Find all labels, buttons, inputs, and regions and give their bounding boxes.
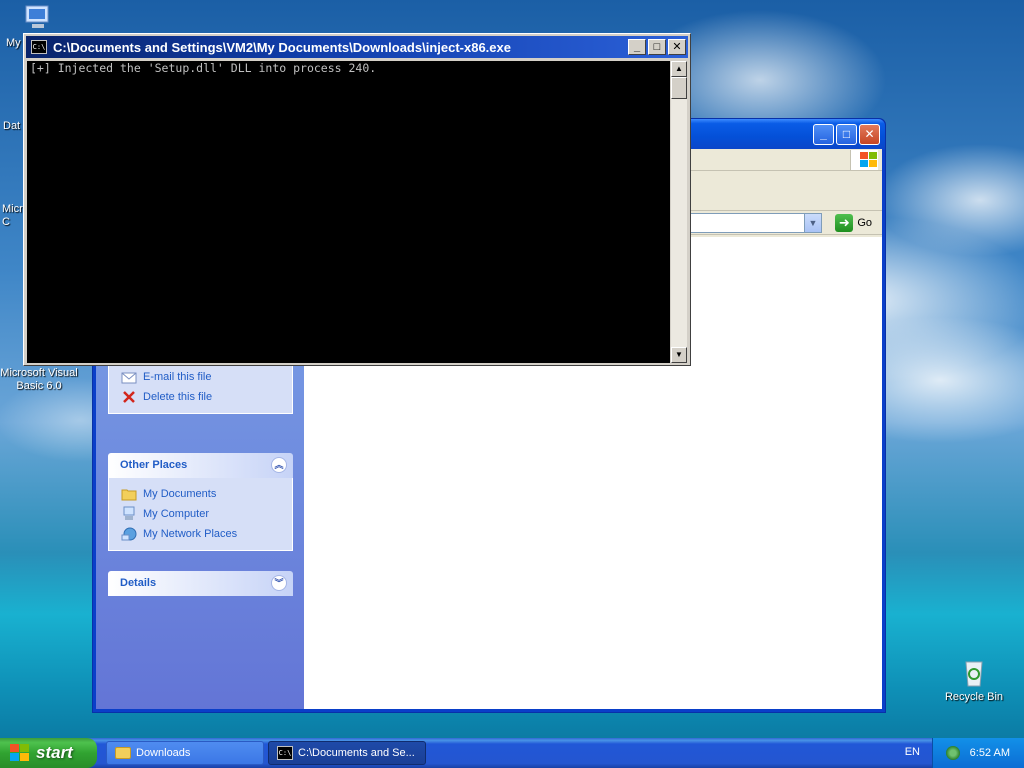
windows-flag-icon	[10, 744, 30, 762]
details-box: Details ︾	[108, 571, 293, 596]
go-label: Go	[857, 217, 872, 229]
console-minimize-button[interactable]: _	[628, 39, 646, 55]
console-output-line: [+] Injected the 'Setup.dll' DLL into pr…	[30, 61, 377, 75]
console-close-button[interactable]: ✕	[668, 39, 686, 55]
windows-flag-icon	[850, 150, 878, 170]
my-network-places-link[interactable]: My Network Places	[121, 524, 292, 544]
details-header[interactable]: Details ︾	[108, 571, 293, 596]
chevron-down-icon[interactable]: ︾	[271, 575, 287, 591]
taskbar-item-downloads[interactable]: Downloads	[106, 741, 264, 765]
desktop-icon-label: Recycle Bin	[944, 691, 1004, 703]
start-button[interactable]: start	[0, 738, 97, 768]
folder-icon	[115, 747, 131, 759]
other-places-header[interactable]: Other Places ︽	[108, 453, 293, 478]
delete-file-link[interactable]: Delete this file	[121, 387, 292, 407]
delete-x-icon	[121, 389, 137, 405]
network-icon	[121, 526, 137, 542]
network-tray-icon[interactable]	[945, 746, 960, 760]
email-icon	[121, 369, 137, 385]
go-arrow-icon: ➜	[835, 214, 854, 232]
recycle-bin-icon	[958, 656, 990, 688]
desktop-icon-label: Microsoft Visual Basic 6.0	[0, 367, 78, 392]
console-titlebar[interactable]: C:\ C:\Documents and Settings\VM2\My Doc…	[26, 36, 688, 58]
language-indicator[interactable]: EN	[905, 746, 920, 758]
desktop-icon-recycle-bin[interactable]: Recycle Bin	[934, 656, 1014, 704]
console-maximize-button[interactable]: □	[648, 39, 666, 55]
scroll-down-arrow-icon[interactable]: ▼	[671, 347, 687, 363]
cmd-icon: C:\	[277, 746, 293, 760]
other-places-box: Other Places ︽ My Documents My Computer …	[108, 453, 293, 551]
scroll-thumb[interactable]	[671, 77, 687, 99]
explorer-close-button[interactable]: ✕	[859, 124, 880, 145]
console-title: C:\Documents and Settings\VM2\My Documen…	[53, 39, 511, 55]
email-file-link[interactable]: E-mail this file	[121, 367, 292, 387]
folder-icon	[121, 486, 137, 502]
start-label: start	[36, 743, 73, 762]
console-screen[interactable]: [+] Injected the 'Setup.dll' DLL into pr…	[27, 61, 670, 363]
my-documents-link[interactable]: My Documents	[121, 484, 292, 504]
explorer-maximize-button[interactable]: □	[836, 124, 857, 145]
system-tray: 6:52 AM	[932, 738, 1024, 768]
taskbar-item-console[interactable]: C:\ C:\Documents and Se...	[268, 741, 426, 765]
scroll-up-arrow-icon[interactable]: ▲	[671, 61, 687, 77]
computer-icon	[22, 2, 54, 34]
clock[interactable]: 6:52 AM	[970, 747, 1010, 759]
chevron-up-icon[interactable]: ︽	[271, 457, 287, 473]
my-computer-link[interactable]: My Computer	[121, 504, 292, 524]
go-button[interactable]: ➜ Go	[835, 214, 872, 232]
console-window[interactable]: C:\ C:\Documents and Settings\VM2\My Doc…	[23, 33, 691, 366]
console-scrollbar[interactable]: ▲ ▼	[671, 61, 687, 363]
computer-icon	[121, 506, 137, 522]
cmd-icon: C:\	[31, 40, 47, 54]
taskbar: start Downloads C:\ C:\Documents and Se.…	[0, 738, 1024, 768]
other-places-body: My Documents My Computer My Network Plac…	[108, 478, 293, 551]
address-dropdown-button[interactable]: ▼	[804, 214, 821, 232]
explorer-minimize-button[interactable]: _	[813, 124, 834, 145]
desktop-icon-visual-basic[interactable]: Microsoft Visual Basic 6.0	[0, 367, 78, 393]
